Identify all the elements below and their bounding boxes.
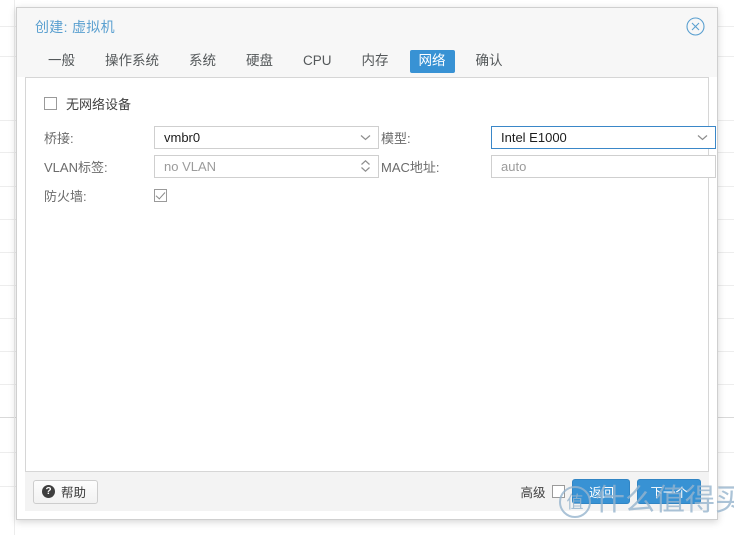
model-label: 模型: [381, 130, 411, 146]
tab-os[interactable]: 操作系统 [96, 50, 168, 73]
backdrop-column-divider [14, 0, 15, 535]
help-button-label: 帮助 [61, 486, 87, 500]
bridge-value: vmbr0 [164, 129, 201, 145]
vlan-tag-spinner[interactable]: no VLAN [154, 154, 379, 178]
advanced-label: 高级 [520, 486, 546, 500]
tab-general[interactable]: 一般 [39, 50, 84, 73]
mac-address-input[interactable]: auto [491, 154, 716, 178]
model-select[interactable]: Intel E1000 [491, 125, 716, 149]
close-icon[interactable] [686, 17, 705, 36]
firewall-label: 防火墙: [44, 188, 87, 204]
no-network-device-label: 无网络设备 [66, 97, 132, 112]
dialog-body: 无网络设备 桥接: vmbr0 VLAN标签: no VLAN 防火墙: 模型:… [25, 77, 716, 471]
tab-network[interactable]: 网络 [409, 49, 455, 73]
mac-address-row: MAC地址: auto [381, 154, 716, 178]
vlan-tag-row: VLAN标签: no VLAN [44, 154, 379, 178]
bridge-select[interactable]: vmbr0 [154, 125, 379, 149]
mac-address-value: auto [501, 158, 527, 174]
model-row: 模型: Intel E1000 [381, 125, 716, 149]
tab-memory[interactable]: 内存 [353, 50, 398, 73]
firewall-row: 防火墙: [44, 183, 167, 207]
vlan-tag-label: VLAN标签: [44, 159, 108, 175]
bridge-label: 桥接: [44, 130, 74, 146]
firewall-checkbox[interactable] [154, 188, 167, 202]
tab-bar: 一般 操作系统 系统 硬盘 CPU 内存 网络 确认 [17, 45, 717, 77]
dialog-header: 创建: 虚拟机 [17, 8, 717, 45]
question-mark-icon: ? [42, 485, 55, 498]
chevron-down-icon[interactable] [697, 127, 708, 148]
advanced-checkbox[interactable] [552, 485, 566, 498]
dialog-title: 创建: 虚拟机 [35, 18, 115, 35]
vlan-tag-value: no VLAN [164, 158, 217, 174]
mac-address-label: MAC地址: [381, 159, 440, 175]
no-network-device-row[interactable]: 无网络设备 [44, 94, 131, 113]
tab-cpu[interactable]: CPU [294, 50, 341, 73]
chevron-down-icon[interactable] [360, 127, 371, 148]
model-value: Intel E1000 [501, 129, 567, 145]
tab-system[interactable]: 系统 [180, 50, 225, 73]
tab-disk[interactable]: 硬盘 [237, 50, 282, 73]
tab-confirm[interactable]: 确认 [467, 50, 512, 73]
create-vm-dialog: 创建: 虚拟机 一般 操作系统 系统 硬盘 CPU 内存 网络 确认 无网络设备 [16, 7, 718, 520]
footer-actions: 高级 返回 下一个 [520, 472, 701, 511]
next-button[interactable]: 下一个 [637, 479, 701, 504]
bridge-row: 桥接: vmbr0 [44, 125, 379, 149]
back-button[interactable]: 返回 [572, 479, 631, 504]
spinner-updown-icon[interactable] [360, 156, 371, 177]
dialog-footer: ? 帮助 高级 返回 下一个 [25, 471, 709, 511]
no-network-device-checkbox[interactable] [44, 97, 57, 110]
help-button[interactable]: ? 帮助 [33, 479, 99, 504]
